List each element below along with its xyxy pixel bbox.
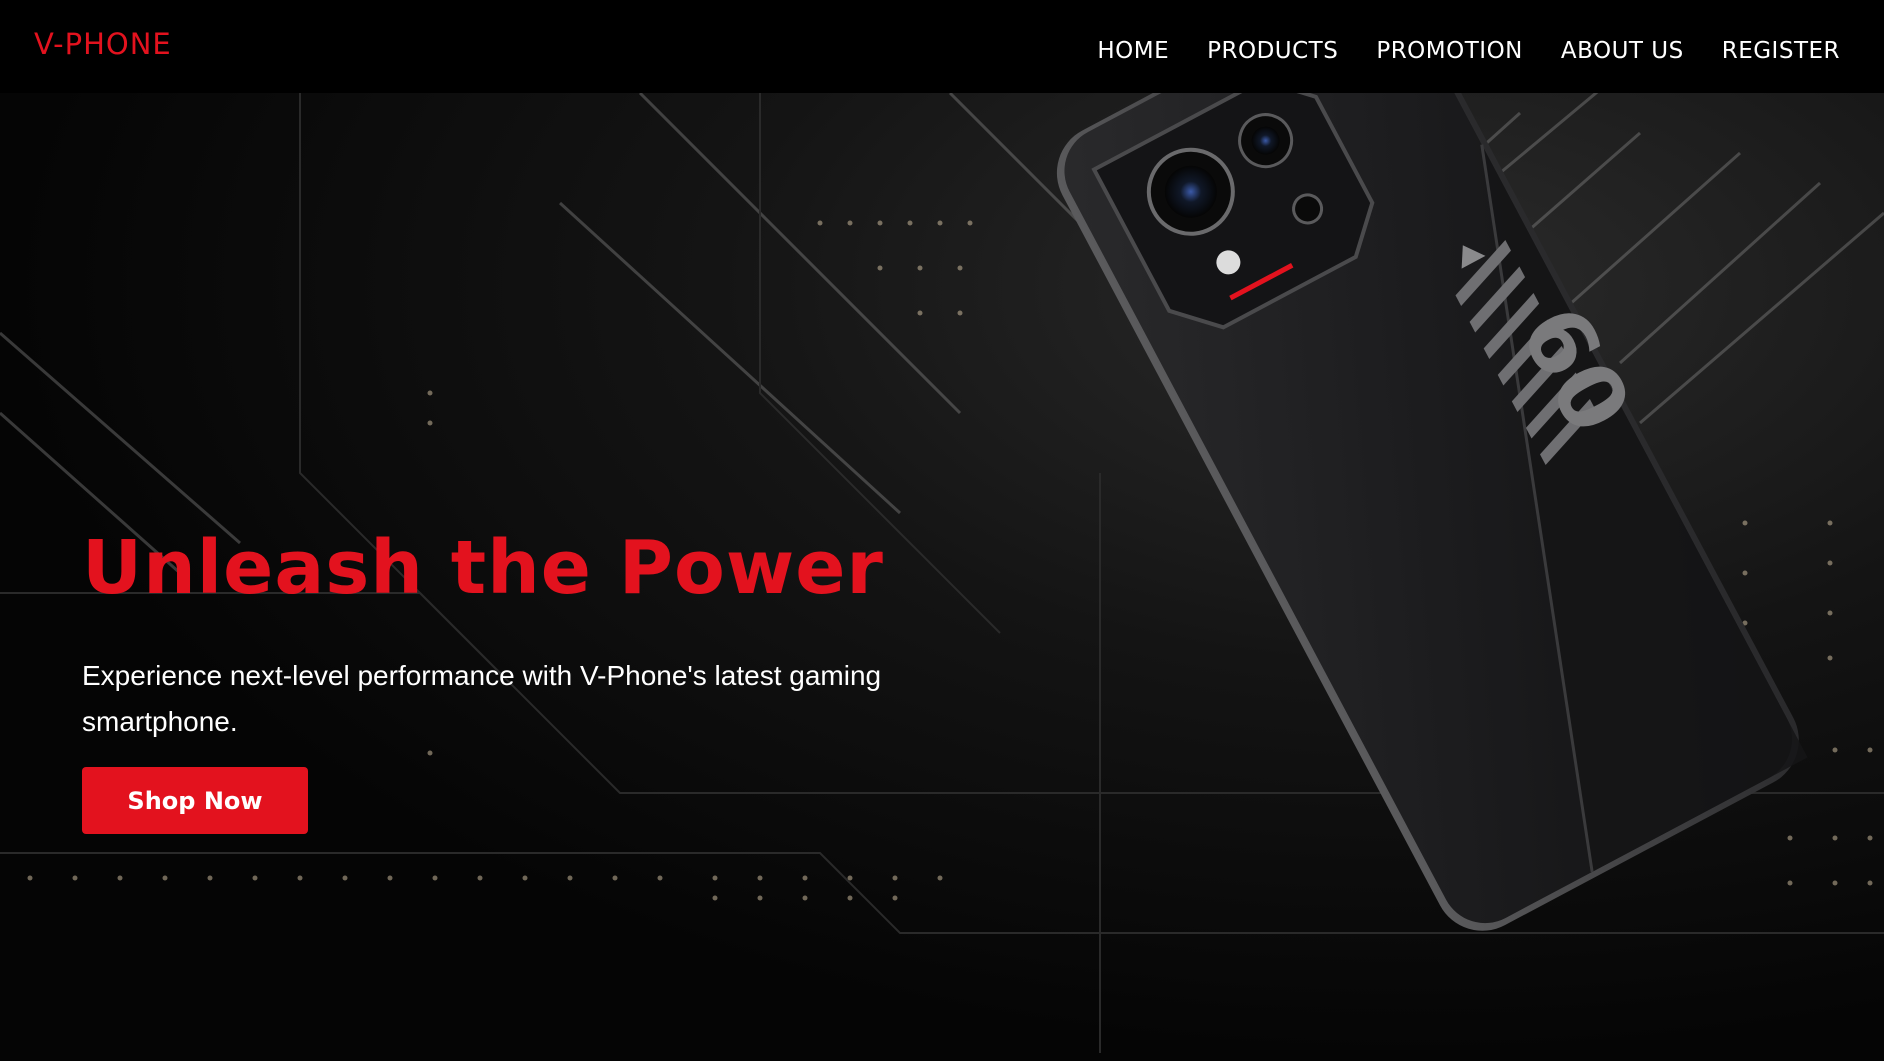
nav-home[interactable]: HOME	[1097, 38, 1169, 64]
main-nav: HOME PRODUCTS PROMOTION ABOUT US REGISTE…	[1097, 38, 1840, 64]
site-logo[interactable]: V-PHONE	[34, 27, 172, 61]
hero-section: 60 Unleash the Power Experience next-lev…	[0, 93, 1884, 1061]
hero-subtitle: Experience next-level performance with V…	[82, 660, 882, 737]
shop-now-button[interactable]: Shop Now	[82, 767, 308, 834]
top-navbar: V-PHONE HOME PRODUCTS PROMOTION ABOUT US…	[0, 0, 1884, 93]
hero-title: Unleash the Power	[82, 525, 884, 611]
page: V-PHONE HOME PRODUCTS PROMOTION ABOUT US…	[0, 0, 1884, 1061]
gaming-phone-image: 60	[1056, 93, 1808, 931]
nav-about-us[interactable]: ABOUT US	[1561, 38, 1684, 64]
nav-promotion[interactable]: PROMOTION	[1376, 38, 1523, 64]
nav-products[interactable]: PRODUCTS	[1207, 38, 1338, 64]
nav-register[interactable]: REGISTER	[1722, 38, 1840, 64]
